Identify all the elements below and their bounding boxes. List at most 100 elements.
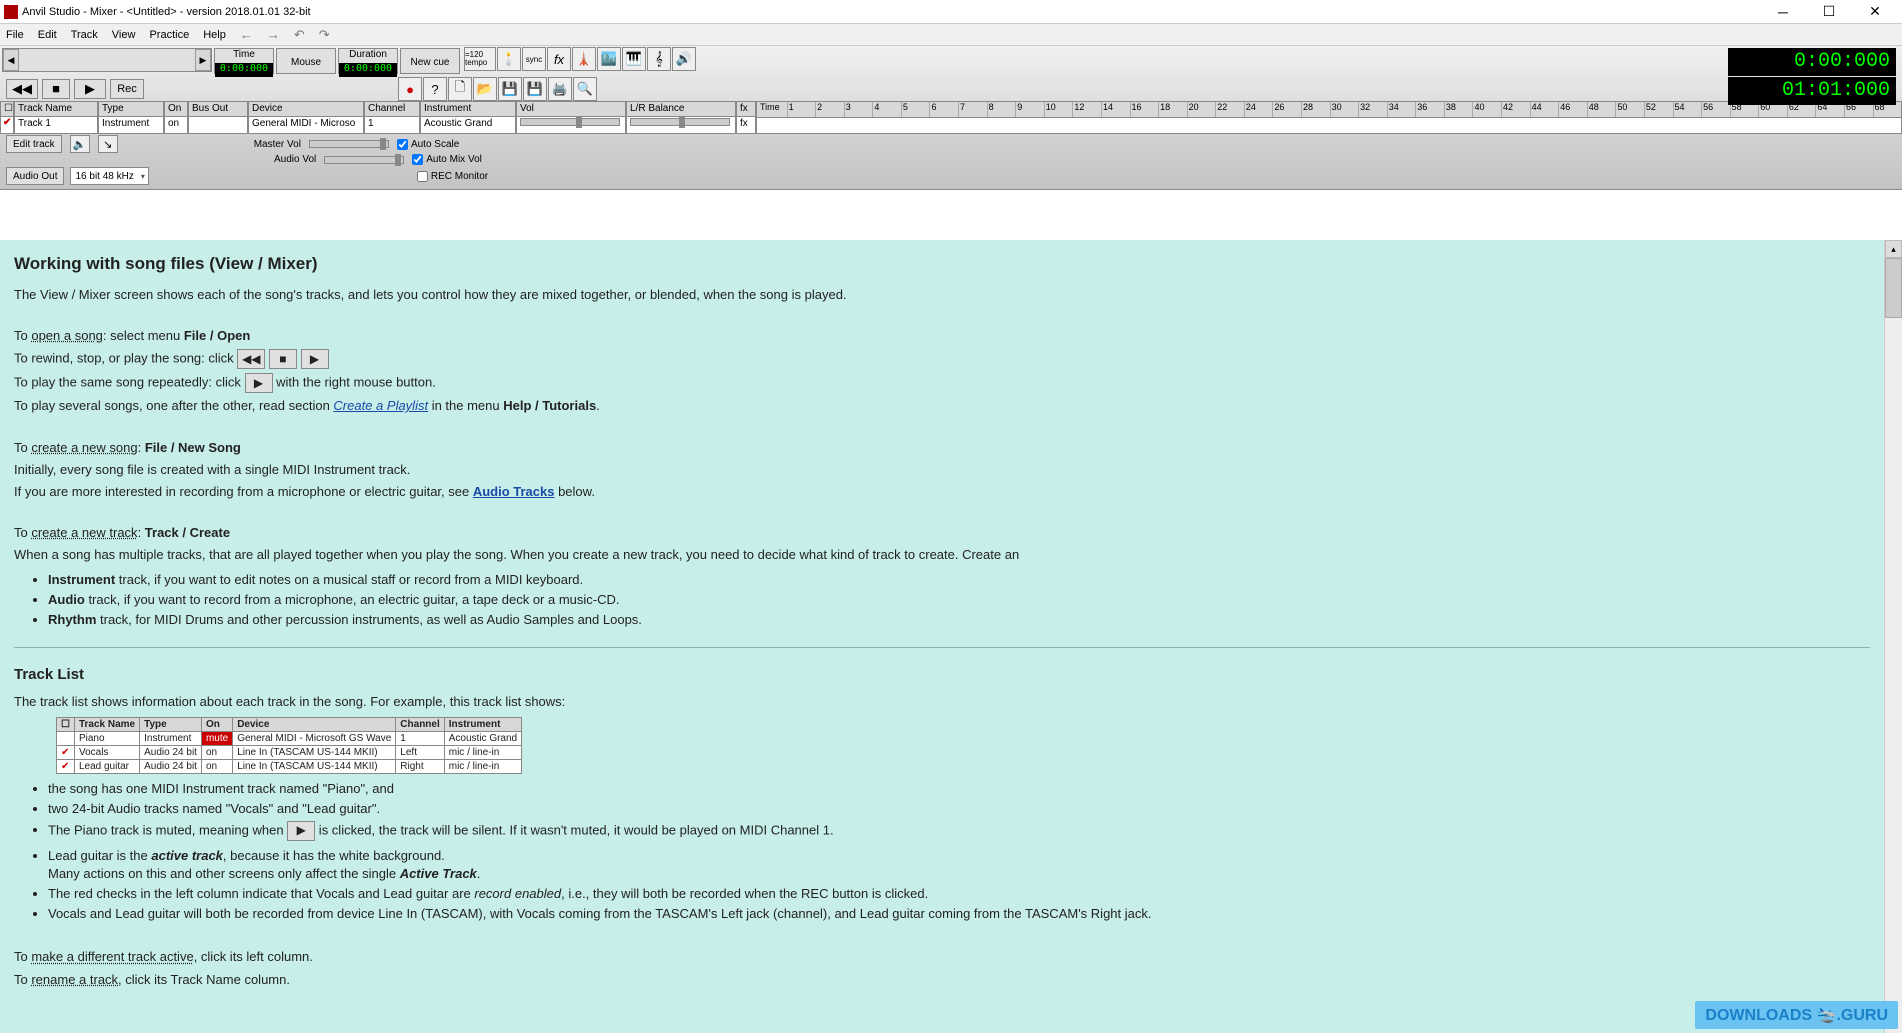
tracklist-example: ☐Track NameTypeOnDeviceChannelInstrument… — [56, 717, 522, 774]
trackname-cell[interactable]: Track 1 — [15, 117, 97, 133]
ruler-tick: 6 — [929, 102, 958, 117]
speaker-small-icon[interactable]: 🔈 — [70, 135, 90, 153]
vertical-scrollbar[interactable]: ▴ — [1884, 240, 1902, 1033]
newcue-box[interactable]: New cue — [400, 48, 460, 74]
scrollbar-up-icon[interactable]: ▴ — [1885, 240, 1902, 258]
stop-button[interactable]: ■ — [42, 79, 70, 99]
help-li-rhythm: Rhythm track, for MIDI Drums and other p… — [48, 611, 1870, 629]
scroll-strip[interactable]: ◀ ▶ — [2, 48, 212, 72]
ruler-tick: 5 — [901, 102, 930, 117]
menu-track[interactable]: Track — [71, 29, 98, 41]
busout-cell[interactable] — [189, 117, 247, 133]
maximize-button[interactable]: ☐ — [1806, 1, 1852, 23]
record-button[interactable]: Rec — [110, 79, 144, 99]
rec-enable-track1[interactable]: ✔ — [1, 117, 13, 133]
ruler-tick: 52 — [1644, 102, 1673, 117]
note-small-icon[interactable]: ↘ — [98, 135, 118, 153]
back-icon[interactable]: ← — [240, 27, 253, 42]
tower-icon[interactable]: 🗼 — [572, 47, 596, 71]
save-icon[interactable]: 💾 — [498, 77, 522, 101]
save-as-icon[interactable]: 💾 — [523, 77, 547, 101]
ruler-tick: 36 — [1415, 102, 1444, 117]
record-dot-icon[interactable]: ● — [398, 77, 422, 101]
menu-help[interactable]: Help — [203, 29, 226, 41]
piano-icon[interactable]: 🎹 — [622, 47, 646, 71]
help-rename: To rename a track, click its Track Name … — [14, 971, 1870, 989]
staff-icon[interactable]: 𝄞 — [647, 47, 671, 71]
tool-buttons-row1: =120 tempo 🕯️ sync fx 🗼 🏙️ 🎹 𝄞 🔊 — [464, 47, 724, 76]
metronome-icon[interactable]: 🕯️ — [497, 47, 521, 71]
fx-cell[interactable]: fx — [737, 117, 755, 133]
ruler-tick: 4 — [872, 102, 901, 117]
print-icon[interactable]: 🖨️ — [548, 77, 572, 101]
on-cell[interactable]: on — [165, 117, 187, 133]
trackname-header[interactable]: Track Name — [15, 102, 97, 117]
lr-header: L/R Balance — [627, 102, 735, 117]
minimize-button[interactable]: ─ — [1760, 1, 1806, 23]
auto-scale-checkbox[interactable]: Auto Scale — [397, 139, 459, 150]
menu-view[interactable]: View — [112, 29, 136, 41]
big-position-display: 01:01:000 — [1728, 77, 1896, 105]
ruler-tick: 30 — [1330, 102, 1359, 117]
tempo-button[interactable]: =120 tempo — [464, 47, 496, 71]
menu-edit[interactable]: Edit — [38, 29, 57, 41]
window-title: Anvil Studio - Mixer - <Untitled> - vers… — [22, 6, 1760, 18]
open-file-icon[interactable]: 📂 — [473, 77, 497, 101]
zoom-icon[interactable]: 🔍 — [573, 77, 597, 101]
edit-track-button[interactable]: Edit track — [6, 135, 62, 153]
audio-tracks-link[interactable]: Audio Tracks — [473, 484, 555, 499]
menu-practice[interactable]: Practice — [149, 29, 189, 41]
rec-enable-header[interactable]: ☐ — [1, 102, 13, 117]
time-box: Time 0:00:000 — [214, 48, 274, 74]
speaker-icon[interactable]: 🔊 — [672, 47, 696, 71]
timeline[interactable]: Time123456789101214161820222426283032343… — [756, 101, 1902, 134]
audio-vol-slider[interactable] — [324, 156, 404, 164]
newcue-label: New cue — [401, 49, 459, 77]
audio-out-label: Audio Out — [6, 167, 64, 185]
type-cell[interactable]: Instrument — [99, 117, 163, 133]
instrument-cell[interactable]: Acoustic Grand — [421, 117, 515, 133]
fx-header: fx — [737, 102, 755, 117]
help-repeat: To play the same song repeatedly: click … — [14, 373, 1870, 393]
redo-icon[interactable]: ↷ — [319, 27, 330, 43]
inline-play3-icon: ▶ — [287, 821, 315, 841]
ruler-tick: 26 — [1272, 102, 1301, 117]
create-playlist-link[interactable]: Create a Playlist — [333, 398, 428, 413]
forward-icon[interactable]: → — [267, 27, 280, 42]
lr-cell[interactable] — [627, 117, 735, 133]
rec-monitor-checkbox[interactable]: REC Monitor — [417, 171, 488, 182]
scroll-right-icon[interactable]: ▶ — [195, 49, 211, 71]
big-time-display: 0:00:000 — [1728, 48, 1896, 76]
new-file-icon[interactable]: 🗋 — [448, 77, 472, 101]
sync-icon[interactable]: sync — [522, 47, 546, 71]
ruler-tick: 9 — [1015, 102, 1044, 117]
device-cell[interactable]: General MIDI - Microso — [249, 117, 363, 133]
channel-cell[interactable]: 1 — [365, 117, 419, 133]
ruler-tick: 12 — [1072, 102, 1101, 117]
ruler-tick: 40 — [1472, 102, 1501, 117]
tracklist-li5: The red checks in the left column indica… — [48, 885, 1870, 903]
building-icon[interactable]: 🏙️ — [597, 47, 621, 71]
ruler-tick: 54 — [1673, 102, 1702, 117]
scrollbar-thumb[interactable] — [1885, 258, 1902, 318]
audio-out-combo[interactable]: 16 bit 48 kHz — [70, 167, 148, 185]
rewind-button[interactable]: ◀◀ — [6, 79, 38, 99]
timeline-body[interactable] — [757, 117, 1901, 133]
help-icon[interactable]: ? — [423, 77, 447, 101]
close-button[interactable]: ✕ — [1852, 1, 1898, 23]
fx-icon[interactable]: fx — [547, 47, 571, 71]
ruler-tick: 1 — [787, 102, 816, 117]
ruler-tick: 10 — [1044, 102, 1073, 117]
mouse-box: Mouse — [276, 48, 336, 74]
channel-header: Channel — [365, 102, 419, 117]
auto-mix-checkbox[interactable]: Auto Mix Vol — [412, 154, 482, 165]
menu-file[interactable]: File — [6, 29, 24, 41]
vol-cell[interactable] — [517, 117, 625, 133]
ruler-tick: 32 — [1358, 102, 1387, 117]
play-button[interactable]: ▶ — [74, 79, 106, 99]
help-li-instrument: Instrument track, if you want to edit no… — [48, 571, 1870, 589]
help-li-audio: Audio track, if you want to record from … — [48, 591, 1870, 609]
scroll-left-icon[interactable]: ◀ — [3, 49, 19, 71]
undo-icon[interactable]: ↶ — [294, 27, 305, 43]
master-vol-slider[interactable] — [309, 140, 389, 148]
